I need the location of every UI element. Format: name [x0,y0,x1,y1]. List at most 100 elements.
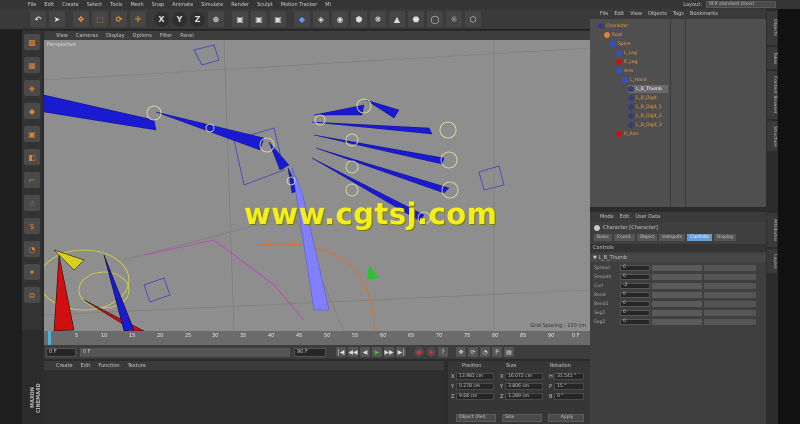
om-menu-objects[interactable]: Objects [648,11,667,17]
add-icon[interactable]: ✛ [130,11,146,27]
menu-mesh[interactable]: Mesh [130,2,143,8]
tree-item[interactable]: L_Hand [622,76,647,84]
position-x-field[interactable]: 13.981 cm [456,373,494,380]
subdivision-icon[interactable]: ◉ [332,11,348,27]
side-tab-attributes[interactable]: Attributes [767,213,777,247]
tab-coord[interactable]: Coord. [613,234,635,241]
perspective-viewport[interactable]: Perspective Grid Spacing : 100 cm www.cg… [44,40,590,331]
menu-animate[interactable]: Animate [172,2,193,8]
points-mode-icon[interactable]: ◆ [24,103,40,119]
menu-file[interactable]: File [28,2,36,8]
param-slider[interactable] [652,319,702,325]
deformer-icon[interactable]: ▲ [389,11,405,27]
menu-select[interactable]: Select [87,2,102,8]
rotation-h-field[interactable]: 31.541 ° [554,373,584,380]
model-mode-icon[interactable]: ◈ [24,80,40,96]
side-tab-layers[interactable]: Layers [767,249,777,273]
side-tab-structure[interactable]: Structure [767,121,777,151]
record-pla-icon[interactable]: ▤ [504,347,514,357]
param-value-field[interactable]: -2 [620,283,650,289]
position-y-field[interactable]: 0.278 cm [456,383,494,390]
size-z-field[interactable]: 1.289 cm [505,393,543,400]
tree-item[interactable]: L_B_Digit_1 [628,103,662,111]
thumb-group-header[interactable]: ▼ L_B_Thumb [590,254,766,262]
param-slider[interactable] [652,265,702,271]
side-tab-content-browser[interactable]: Content Browser [767,71,777,119]
viewport-scene[interactable] [44,40,590,331]
render-picture-viewer-icon[interactable]: ▣ [251,11,267,27]
pen-icon[interactable]: ◈ [313,11,329,27]
size-y-field[interactable]: 3.806 cm [505,383,543,390]
am-menu-user-data[interactable]: User Data [635,214,660,220]
move-icon[interactable]: ✥ [73,11,89,27]
camera-icon[interactable]: ◯ [427,11,443,27]
am-menu-mode[interactable]: Mode [600,214,614,220]
tree-item[interactable]: R_Arm [616,130,639,138]
material-menu-edit[interactable]: Edit [81,363,91,369]
record-rotation-icon[interactable]: ⟳ [468,347,478,357]
tab-basic[interactable]: Basic [594,234,612,241]
param-value-field[interactable]: 0 [620,319,650,325]
material-manager-area[interactable] [44,370,444,424]
param-slider[interactable] [652,310,702,316]
rotation-b-field[interactable]: 0 ° [554,393,584,400]
array-icon[interactable]: ⬢ [351,11,367,27]
apply-button[interactable]: Apply [548,414,584,422]
viewport-menu-display[interactable]: Display [106,33,124,39]
polygons-mode-icon[interactable]: ◧ [24,149,40,165]
record-button[interactable]: ● [414,347,424,357]
tab-controls[interactable]: Controls [687,234,712,241]
om-menu-file[interactable]: File [600,11,608,17]
tree-item[interactable]: Root [604,31,622,39]
start-frame-field[interactable]: 0 F [46,347,76,357]
menu-edit[interactable]: Edit [44,2,54,8]
play-button[interactable]: ▶ [372,347,382,357]
record-param-icon[interactable]: P [492,347,502,357]
om-menu-view[interactable]: View [630,11,642,17]
tweak-icon[interactable]: ☝ [24,195,40,211]
material-menu-texture[interactable]: Texture [128,363,146,369]
tree-item[interactable]: L_Leg [616,49,637,57]
end-frame-field[interactable]: 90 F [294,347,326,357]
param-value-field[interactable]: 0 [620,301,650,307]
solo-icon[interactable]: ◔ [24,241,40,257]
snap-icon[interactable]: $ [24,218,40,234]
tree-item[interactable]: L_B_Digit [628,94,657,102]
position-z-field[interactable]: 9.68 cm [456,393,494,400]
tree-item[interactable]: Spine [610,40,631,48]
scale-icon[interactable]: ⬚ [92,11,108,27]
texture-mode-icon[interactable]: ▦ [24,57,40,73]
locked-workplane-icon[interactable]: ⊜ [24,287,40,303]
size-x-field[interactable]: 16.072 cm [505,373,543,380]
autokey-button[interactable]: ◉ [426,347,436,357]
om-menu-bookmarks[interactable]: Bookmarks [690,11,718,17]
menu-motion-tracker[interactable]: Motion Tracker [281,2,318,8]
menu-more[interactable]: Mi [325,2,331,8]
record-scale-icon[interactable]: ◔ [480,347,490,357]
param-value-field[interactable]: 0 [620,310,650,316]
y-axis-button[interactable]: Y [172,11,187,27]
viewport-menu-cameras[interactable]: Cameras [76,33,98,39]
viewport-menu-view[interactable]: View [56,33,68,39]
timeline-ruler[interactable]: 0 5 10 15 20 25 30 35 40 45 50 55 60 65 … [44,331,590,345]
light-icon[interactable]: ☼ [446,11,462,27]
param-value-field[interactable]: 0 [620,292,650,298]
keyframe-selection-button[interactable]: ? [438,347,448,357]
om-menu-edit[interactable]: Edit [614,11,624,17]
om-menu-tags[interactable]: Tags [673,11,684,17]
material-menu-function[interactable]: Function [98,363,119,369]
param-slider[interactable] [652,274,702,280]
floor-icon[interactable]: ⬣ [408,11,424,27]
tab-display[interactable]: Display [713,234,737,241]
material-menu-create[interactable]: Create [56,363,73,369]
rotation-p-field[interactable]: 15 ° [554,383,584,390]
workplane-icon[interactable]: ✦ [24,264,40,280]
cube-icon[interactable]: ◆ [294,11,310,27]
cloner-icon[interactable]: ❋ [370,11,386,27]
tree-item-selected[interactable]: L_B_Thumb [628,85,668,93]
side-tab-takes[interactable]: Takes [767,47,777,69]
prev-key-button[interactable]: ◀◀ [348,347,358,357]
param-value-field[interactable]: 0 [620,265,650,271]
tree-item[interactable]: Arm [616,67,633,75]
z-axis-button[interactable]: Z [190,11,205,27]
